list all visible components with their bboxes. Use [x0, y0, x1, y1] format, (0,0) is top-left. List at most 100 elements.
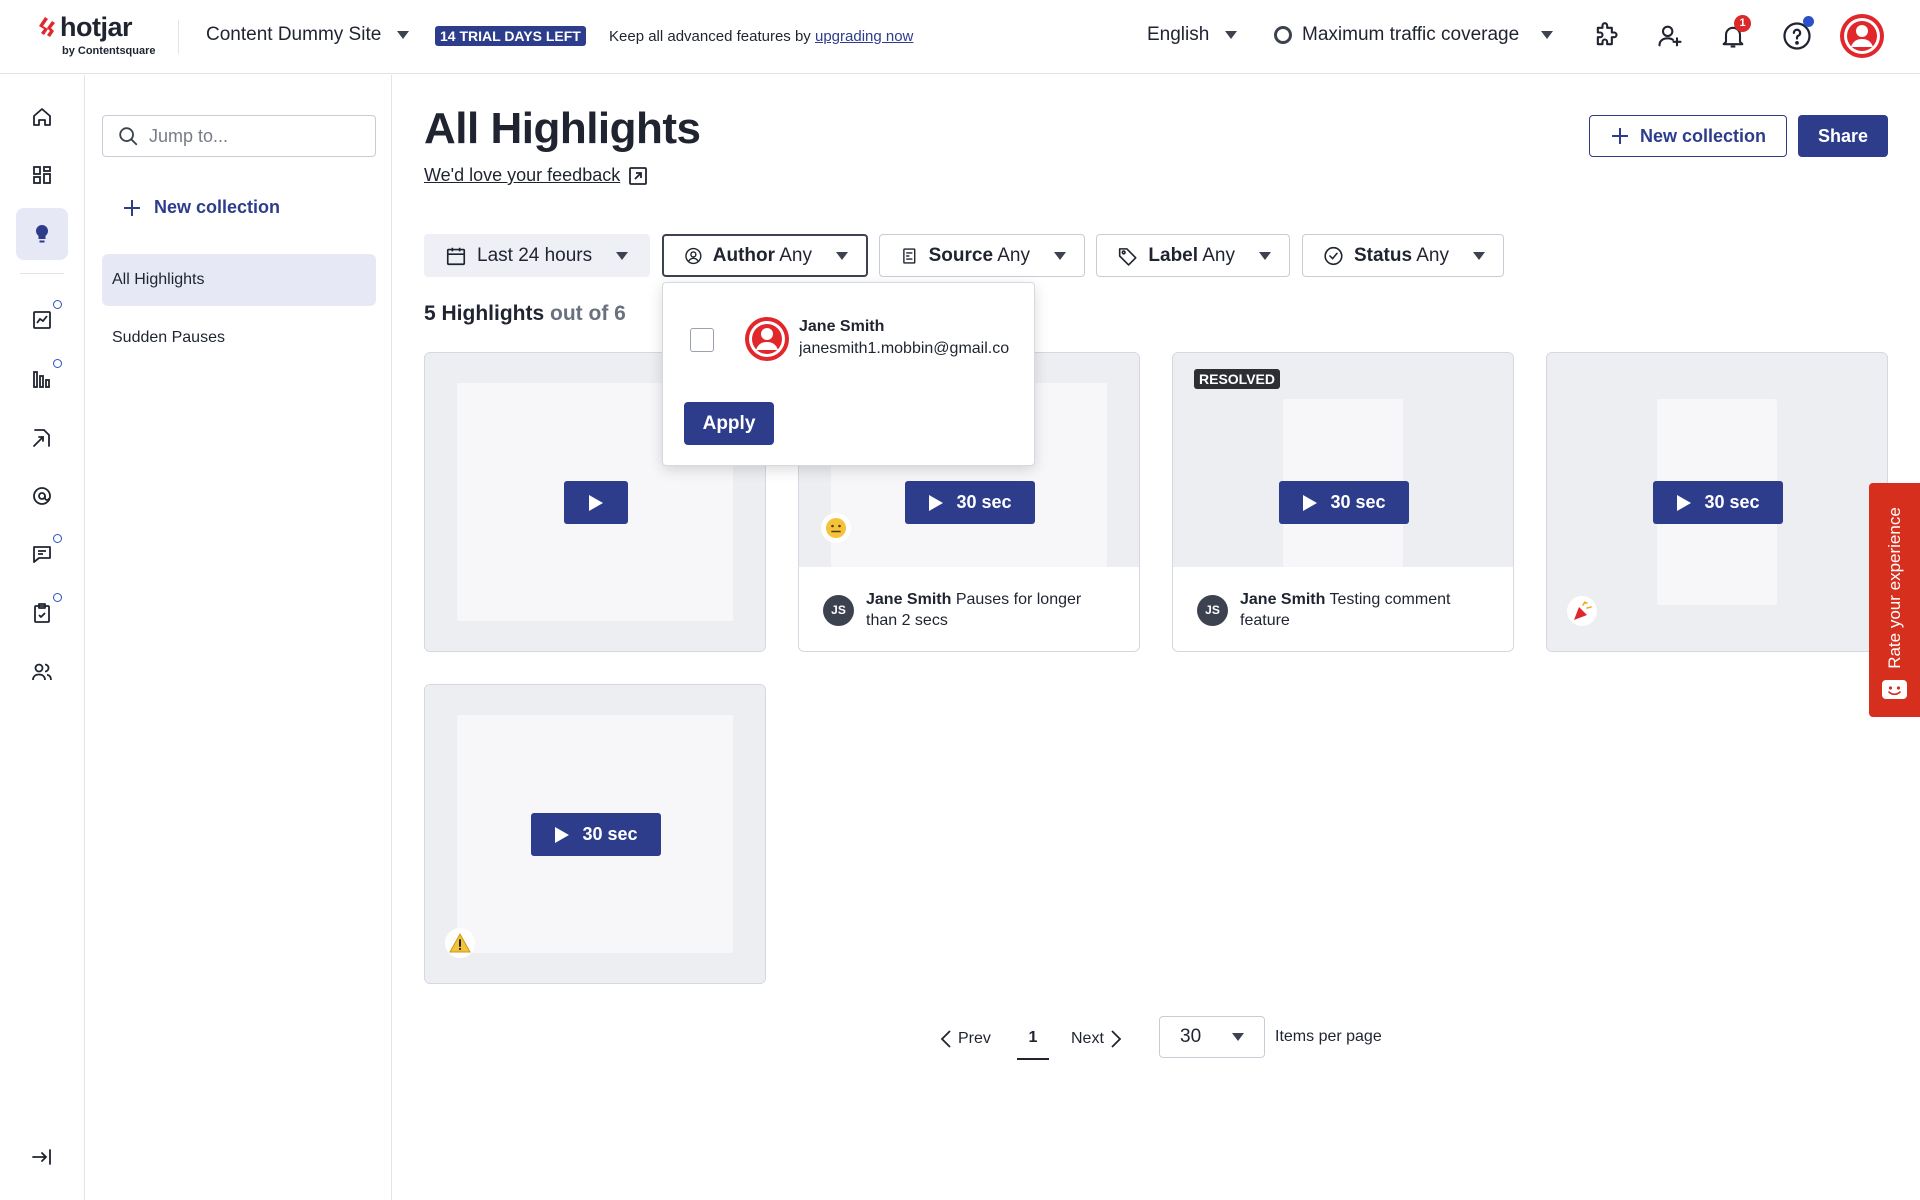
play-button[interactable]: 30 sec: [531, 813, 661, 856]
author-filter-label: Author: [712, 244, 776, 266]
warning-icon: [445, 928, 475, 958]
integrations-icon[interactable]: [1588, 18, 1624, 54]
status-filter-value: Any: [1416, 244, 1449, 266]
source-filter-label: Source: [928, 244, 994, 266]
chevron-right-icon: [1111, 1030, 1122, 1048]
plus-icon: [124, 199, 140, 216]
divider: [178, 20, 179, 54]
traffic-coverage-selector[interactable]: Maximum traffic coverage: [1274, 24, 1554, 46]
party-popper-icon: [1567, 596, 1597, 626]
new-collection-label: New collection: [154, 197, 281, 217]
collections-sidebar: Jump to... New collection All Highlights…: [86, 75, 392, 1200]
collapse-icon[interactable]: [16, 1131, 68, 1183]
apply-button[interactable]: Apply: [684, 402, 774, 445]
author-avatar: [745, 317, 789, 361]
heatmaps-icon[interactable]: [16, 353, 68, 405]
author-avatar: JS: [823, 594, 854, 626]
upgrade-link[interactable]: upgrading now: [815, 28, 913, 45]
duration-label: 30 sec: [956, 492, 1012, 512]
new-indicator: [53, 300, 62, 309]
play-button[interactable]: 30 sec: [905, 481, 1035, 524]
logo-subtext: by Contentsquare: [62, 45, 156, 57]
tag-icon: [1118, 247, 1137, 266]
new-collection-button-label: New collection: [1639, 125, 1767, 146]
caret-down-icon: [1259, 251, 1271, 260]
bell-icon[interactable]: 1: [1715, 15, 1751, 54]
home-icon[interactable]: [16, 91, 68, 143]
sidebar-item-all-highlights[interactable]: All Highlights: [102, 254, 376, 306]
notification-count: 1: [1734, 15, 1751, 32]
jump-to-search[interactable]: Jump to...: [102, 115, 376, 157]
label-filter-label: Label: [1148, 244, 1199, 266]
play-button[interactable]: 30 sec: [1653, 481, 1783, 524]
trial-text: Keep all advanced features by: [609, 28, 815, 45]
author-checkbox[interactable]: [690, 328, 714, 352]
highlights-shown: 5 Highlights: [424, 302, 545, 325]
add-user-icon[interactable]: [1652, 18, 1688, 54]
page-number[interactable]: 1: [1017, 1018, 1049, 1060]
next-label: Next: [1071, 1030, 1104, 1047]
highlights-icon[interactable]: [16, 208, 68, 260]
site-name: Content Dummy Site: [206, 24, 382, 45]
label-filter[interactable]: Label Any: [1096, 234, 1290, 277]
top-bar: hotjar by Contentsquare Content Dummy Si…: [0, 0, 1920, 74]
rail-divider: [20, 273, 64, 274]
search-placeholder: Jump to...: [149, 125, 229, 146]
trial-message: Keep all advanced features by upgrading …: [609, 28, 913, 45]
hotjar-logo-icon: [39, 17, 55, 37]
interviews-icon[interactable]: [16, 587, 68, 639]
feedback-label: We'd love your feedback: [424, 165, 621, 185]
card-footer: JS Jane Smith Pauses for longer than 2 s…: [799, 567, 1139, 651]
share-button[interactable]: Share: [1798, 115, 1888, 157]
author-filter-dropdown: Jane Smith janesmith1.mobbin@gmail.co Ap…: [662, 282, 1035, 466]
author-filter[interactable]: Author Any: [662, 234, 868, 277]
resolved-badge: RESOLVED: [1194, 369, 1280, 389]
hotjar-logo[interactable]: hotjar by Contentsquare: [36, 12, 166, 62]
new-collection-button[interactable]: New collection: [1589, 115, 1787, 157]
page-title: All Highlights: [424, 104, 701, 153]
surveys-icon[interactable]: [16, 528, 68, 580]
users-icon[interactable]: [16, 646, 68, 698]
rate-experience-label: Rate your experience: [1884, 507, 1904, 669]
traffic-value: Maximum traffic coverage: [1302, 24, 1520, 45]
status-filter[interactable]: Status Any: [1302, 234, 1504, 277]
next-page-button[interactable]: Next: [1071, 1018, 1122, 1060]
caret-down-icon: [1473, 251, 1485, 260]
highlight-card[interactable]: 30 sec: [1546, 352, 1888, 652]
rate-experience-tab[interactable]: Rate your experience: [1869, 483, 1920, 717]
chevron-left-icon: [940, 1030, 951, 1048]
language-selector[interactable]: English: [1147, 24, 1238, 46]
highlight-card[interactable]: 30 sec: [424, 684, 766, 984]
traffic-status-icon: [1274, 26, 1292, 44]
dashboard-icon[interactable]: [16, 149, 68, 201]
date-range-filter[interactable]: Last 24 hours: [424, 234, 650, 277]
sidebar-item-sudden-pauses[interactable]: Sudden Pauses: [102, 312, 376, 364]
caret-down-icon: [397, 31, 410, 39]
status-filter-label: Status: [1353, 244, 1413, 266]
feedback-icon[interactable]: [16, 470, 68, 522]
trends-icon[interactable]: [16, 294, 68, 346]
source-filter[interactable]: Source Any: [879, 234, 1085, 277]
new-indicator: [53, 593, 62, 602]
play-button[interactable]: [564, 481, 628, 524]
help-icon[interactable]: [1779, 16, 1815, 54]
play-icon: [1677, 494, 1692, 511]
new-indicator: [53, 359, 62, 368]
prev-page-button[interactable]: Prev: [940, 1018, 991, 1060]
author-option-name: Jane Smith: [799, 318, 885, 335]
caret-down-icon: [1054, 251, 1066, 260]
highlight-card[interactable]: RESOLVED 30 sec JS Jane Smith Testing co…: [1172, 352, 1514, 652]
items-per-page-select[interactable]: 30: [1159, 1016, 1265, 1058]
items-per-page-label: Items per page: [1275, 1028, 1382, 1045]
sidebar-new-collection[interactable]: New collection: [122, 197, 280, 218]
sidebar-item-label: Sudden Pauses: [112, 329, 225, 346]
logo-text: hotjar: [60, 12, 133, 42]
author-name: Jane Smith: [866, 591, 952, 608]
user-circle-icon: [685, 247, 702, 264]
user-avatar[interactable]: [1840, 14, 1884, 58]
recordings-icon[interactable]: [16, 412, 68, 464]
sidebar-item-label: All Highlights: [112, 271, 205, 288]
feedback-link[interactable]: We'd love your feedback: [424, 165, 648, 186]
play-button[interactable]: 30 sec: [1279, 481, 1409, 524]
site-selector[interactable]: Content Dummy Site: [206, 24, 410, 46]
